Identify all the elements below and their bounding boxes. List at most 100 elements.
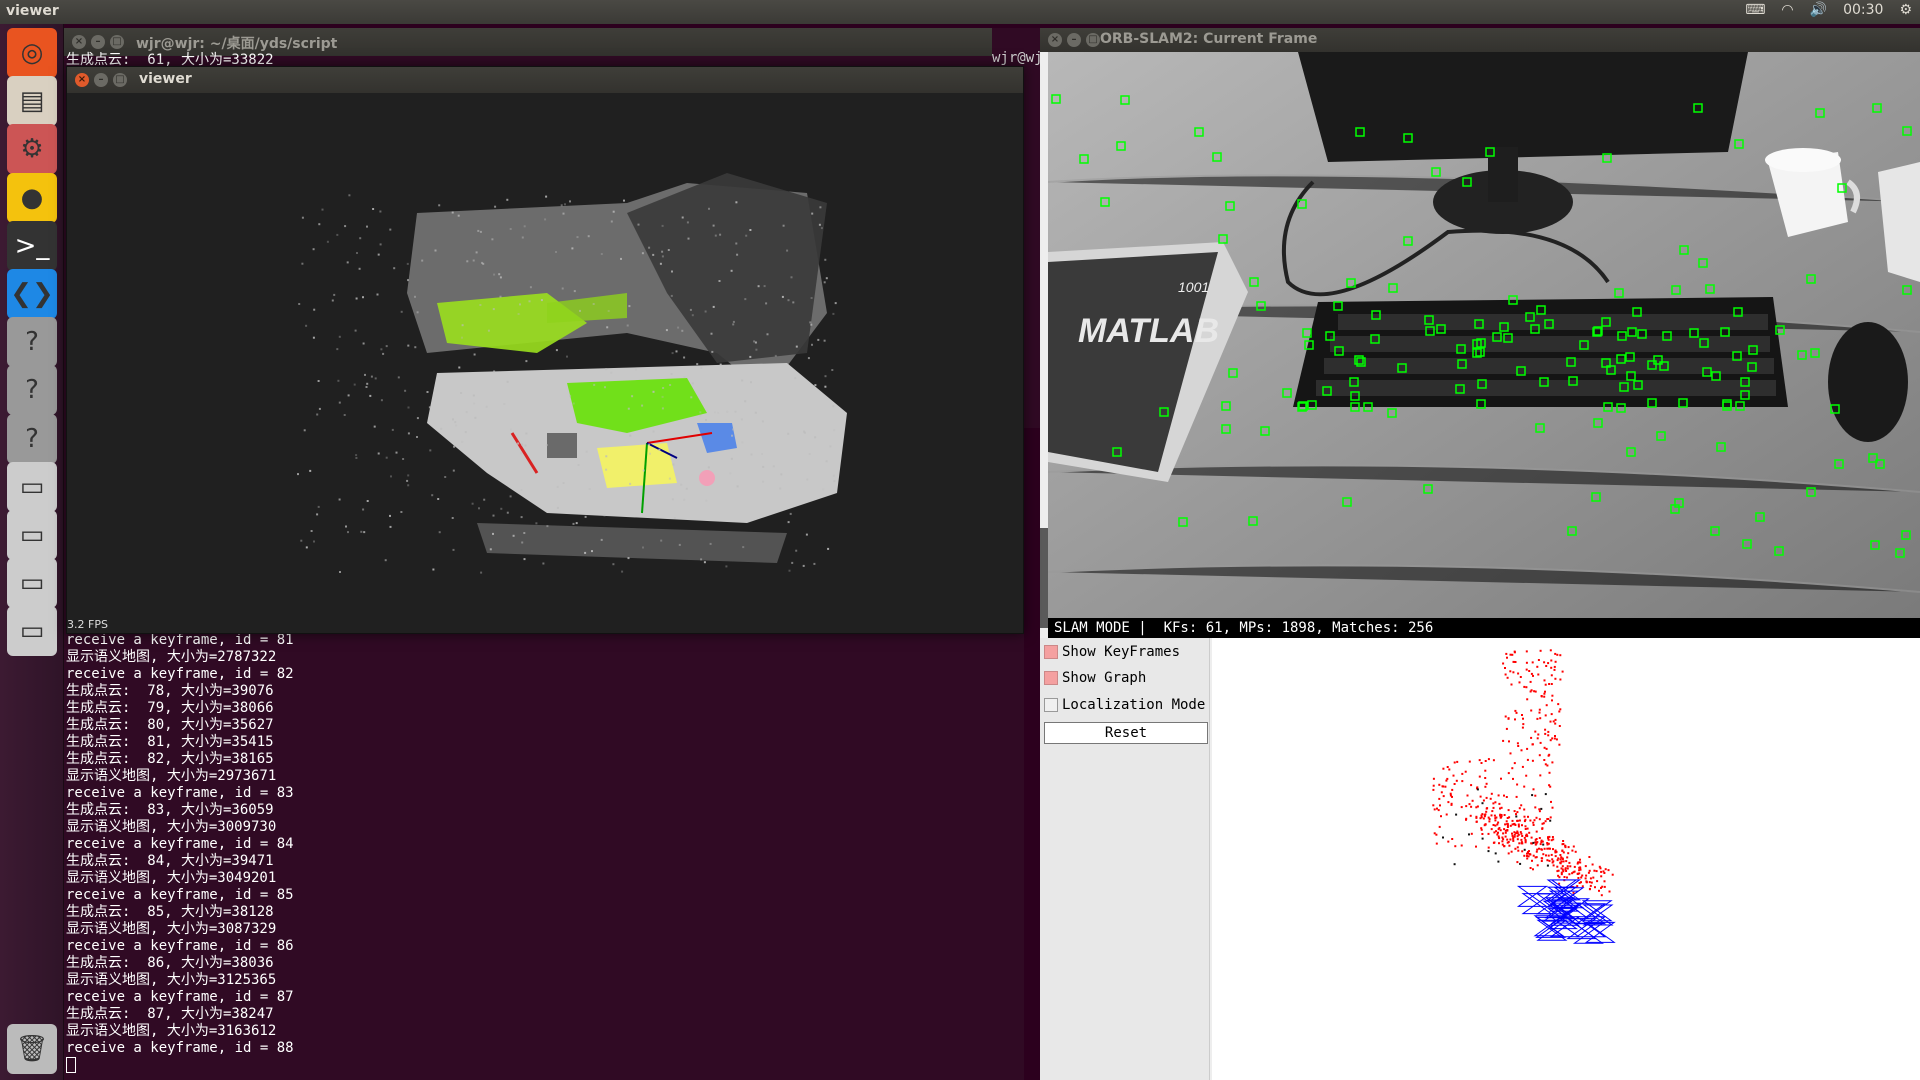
terminal-line: receive a keyframe, id = 83	[66, 785, 294, 801]
map-point	[1545, 747, 1548, 750]
map-point	[1491, 810, 1494, 813]
drive-icon[interactable]: ▭	[7, 558, 57, 609]
slam-map-view[interactable]	[1212, 638, 1920, 1080]
cloud-point	[360, 530, 363, 533]
cloud-point	[825, 460, 828, 463]
cloud-point	[345, 525, 347, 528]
vscode-icon[interactable]: ❮❯	[7, 269, 57, 319]
viewer-window[interactable]: × – □ viewer 3.2 FPS	[66, 66, 1024, 634]
map-point	[1525, 774, 1528, 777]
drive-icon[interactable]: ▭	[7, 606, 57, 657]
ubuntu-dash-icon[interactable]: ◎	[7, 28, 57, 78]
files-icon[interactable]: ▤	[7, 76, 57, 127]
orb-title: ORB-SLAM2: Current Frame	[1100, 31, 1318, 47]
cloud-point	[824, 385, 827, 388]
localization-mode-checkbox[interactable]	[1044, 698, 1058, 712]
cloud-point	[832, 474, 835, 477]
map-point	[1561, 868, 1564, 871]
map-point	[1587, 871, 1590, 874]
show-keyframes-toggle[interactable]: Show KeyFrames	[1044, 644, 1180, 660]
cloud-point	[587, 235, 590, 238]
cloud-point	[575, 522, 578, 525]
close-icon[interactable]: ×	[1048, 33, 1062, 47]
map-point	[1494, 852, 1497, 855]
map-point	[1593, 869, 1596, 872]
map-point	[1492, 802, 1495, 805]
orb-titlebar[interactable]: × – □ ORB-SLAM2: Current Frame	[1040, 28, 1920, 52]
maximize-icon[interactable]: □	[110, 35, 124, 49]
map-point	[1479, 817, 1482, 820]
map-point	[1481, 833, 1484, 835]
cloud-point	[326, 240, 329, 243]
drive-icon[interactable]: ▭	[7, 510, 57, 560]
wifi-icon[interactable]: ◠	[1781, 2, 1793, 18]
reset-button[interactable]: Reset	[1044, 722, 1208, 744]
map-point	[1511, 653, 1514, 656]
map-point	[1481, 813, 1484, 816]
cloud-point	[573, 290, 576, 293]
terminal-output[interactable]: receive a keyframe, id = 81 显示语义地图, 大小为=2…	[66, 632, 294, 1074]
maximize-icon[interactable]: □	[113, 73, 127, 87]
map-point	[1542, 843, 1545, 846]
unknown-app-icon[interactable]: ?	[7, 317, 57, 368]
show-keyframes-checkbox[interactable]	[1044, 645, 1058, 659]
cloud-point	[831, 369, 834, 371]
unknown-app-icon[interactable]: ?	[7, 365, 57, 416]
show-graph-checkbox[interactable]	[1044, 671, 1058, 685]
terminal-cursor	[66, 1057, 76, 1073]
minimize-icon[interactable]: –	[94, 73, 108, 87]
unknown-app-icon[interactable]: ?	[7, 413, 57, 464]
volume-icon[interactable]: 🔊	[1810, 2, 1827, 18]
keyboard-icon[interactable]: ⌨	[1745, 2, 1765, 18]
minimize-icon[interactable]: –	[91, 35, 105, 49]
cloud-point	[391, 428, 394, 431]
cloud-point	[385, 456, 388, 459]
map-point	[1461, 780, 1464, 783]
system-tray: ⌨ ◠ 🔊 00:30 ⚙	[1745, 2, 1912, 18]
map-point	[1507, 772, 1510, 775]
chrome-icon[interactable]: ●	[7, 172, 57, 223]
drive-icon[interactable]: ▭	[7, 461, 57, 512]
point-cloud-canvas[interactable]	[67, 93, 1023, 633]
gear-icon[interactable]: ⚙	[1899, 2, 1912, 18]
map-point	[1607, 869, 1610, 872]
map-point	[1539, 741, 1542, 744]
cloud-point	[366, 500, 369, 502]
orb-slam-window[interactable]: × – □ ORB-SLAM2: Current Frame MATLAB 10…	[1040, 28, 1920, 1080]
cloud-point	[455, 424, 458, 427]
cloud-point	[382, 352, 385, 355]
map-point	[1508, 816, 1511, 819]
map-point	[1545, 854, 1547, 857]
viewer-titlebar[interactable]: × – □ viewer	[67, 67, 1023, 93]
terminal-icon[interactable]: >_	[7, 220, 57, 271]
cloud-point	[506, 511, 509, 514]
map-point	[1520, 749, 1523, 752]
cloud-point	[774, 354, 777, 357]
cloud-point	[406, 479, 409, 482]
cloud-point	[389, 514, 391, 517]
close-icon[interactable]: ×	[75, 73, 89, 87]
cloud-point	[661, 250, 664, 253]
map-point	[1433, 808, 1436, 811]
map-point	[1526, 857, 1529, 860]
map-point	[1480, 828, 1483, 831]
map-point	[1542, 822, 1545, 825]
map-point	[1499, 816, 1502, 819]
map-point	[1572, 845, 1575, 848]
maximize-icon[interactable]: □	[1086, 33, 1100, 47]
cloud-point	[407, 279, 409, 282]
map-point	[1578, 872, 1581, 875]
map-point	[1579, 858, 1581, 861]
cloud-point	[389, 228, 392, 231]
terminal-line: 显示语义地图, 大小为=3125365	[66, 972, 277, 988]
localization-mode-toggle[interactable]: Localization Mode	[1044, 697, 1205, 713]
cloud-point	[683, 356, 686, 359]
cloud-point	[672, 463, 675, 466]
close-icon[interactable]: ×	[72, 35, 86, 49]
minimize-icon[interactable]: –	[1067, 33, 1081, 47]
cloud-point	[813, 562, 816, 565]
show-graph-toggle[interactable]: Show Graph	[1044, 670, 1146, 686]
clock[interactable]: 00:30	[1843, 2, 1883, 18]
trash-icon[interactable]: 🗑	[7, 1024, 57, 1074]
settings-icon[interactable]: ⚙	[7, 124, 57, 175]
